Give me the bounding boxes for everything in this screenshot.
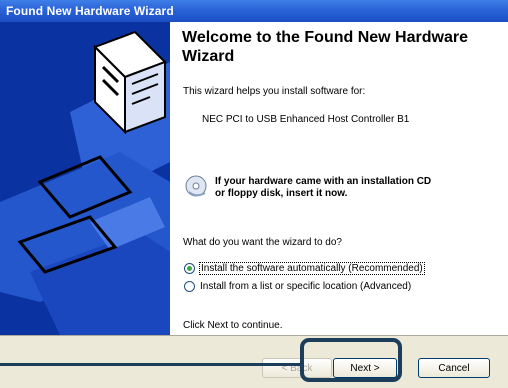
callout-highlight xyxy=(300,338,402,382)
device-name: NEC PCI to USB Enhanced Host Controller … xyxy=(202,114,410,125)
radio-button-selected[interactable] xyxy=(184,262,195,274)
question-text: What do you want the wizard to do? xyxy=(183,237,342,248)
intro-text: This wizard helps you install software f… xyxy=(183,86,366,97)
cd-notice-line1: If your hardware came with an installati… xyxy=(215,176,432,187)
side-graphic-panel xyxy=(0,22,170,335)
radio-label-list[interactable]: Install from a list or specific location… xyxy=(200,281,411,292)
radio-button[interactable] xyxy=(184,280,195,292)
window-title: Found New Hardware Wizard xyxy=(6,4,174,18)
wizard-heading: Welcome to the Found New Hardware Wizard xyxy=(182,29,468,65)
cd-notice: If your hardware came with an installati… xyxy=(215,176,431,200)
radio-label-automatic[interactable]: Install the software automatically (Reco… xyxy=(199,261,425,275)
callout-pointer-line xyxy=(0,363,300,366)
title-bar[interactable]: Found New Hardware Wizard xyxy=(0,0,508,22)
continue-hint: Click Next to continue. xyxy=(183,320,283,331)
cancel-button[interactable]: Cancel xyxy=(418,358,490,378)
cd-notice-line2: or floppy disk, insert it now. xyxy=(215,188,348,199)
wizard-window: Found New Hardware Wizard Welcome to the xyxy=(0,0,508,388)
cd-disk-icon xyxy=(185,175,207,197)
radio-install-from-list[interactable]: Install from a list or specific location… xyxy=(184,279,411,293)
radio-install-automatic[interactable]: Install the software automatically (Reco… xyxy=(184,261,425,275)
hardware-box-icon xyxy=(0,22,170,335)
